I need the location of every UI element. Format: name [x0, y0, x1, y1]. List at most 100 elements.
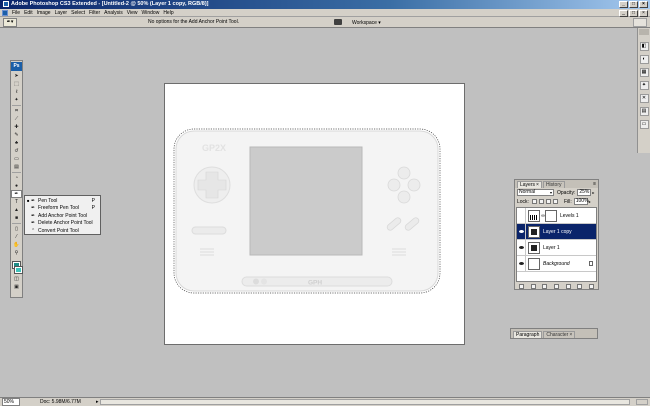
close-button[interactable]: ×: [639, 1, 648, 8]
layer-row-layer-1-copy[interactable]: Layer 1 copy: [517, 223, 596, 240]
ps-logo[interactable]: Ps: [11, 62, 22, 71]
type-tool-icon[interactable]: T: [11, 198, 22, 206]
styles-icon[interactable]: ✦: [639, 81, 649, 90]
blend-mode-select[interactable]: Normal: [517, 189, 554, 196]
eyedropper-tool-icon[interactable]: ⁄: [11, 233, 22, 241]
document-canvas[interactable]: GP2X GPH: [164, 83, 465, 345]
visibility-toggle[interactable]: [517, 208, 526, 224]
menu-file[interactable]: File: [12, 9, 20, 17]
close-icon: ×: [569, 332, 573, 338]
fill-field[interactable]: 100%: [573, 198, 591, 205]
maximize-button[interactable]: □: [629, 1, 638, 8]
path-selection-tool-icon[interactable]: ▲: [11, 206, 22, 214]
flyout-freeform-pen-tool[interactable]: ✒ Freeform Pen Tool P: [27, 205, 98, 213]
tab-history[interactable]: History: [542, 181, 565, 188]
tab-paragraph[interactable]: Paragraph: [513, 331, 543, 338]
screen-mode-icon[interactable]: ▣: [11, 283, 22, 291]
doc-close-button[interactable]: ×: [639, 10, 648, 17]
healing-brush-tool-icon[interactable]: ✚: [11, 123, 22, 131]
flyout-add-anchor-point-tool[interactable]: ✒ Add Anchor Point Tool: [27, 212, 98, 220]
layer-mask-thumbnail[interactable]: [545, 209, 557, 222]
flyout-shortcut: P: [91, 205, 95, 212]
new-layer-icon[interactable]: [577, 284, 583, 289]
menu-layer[interactable]: Layer: [55, 9, 68, 17]
menu-view[interactable]: View: [127, 9, 138, 17]
move-tool-icon[interactable]: ➤: [11, 72, 22, 80]
menu-image[interactable]: Image: [37, 9, 51, 17]
brush-tool-icon[interactable]: ✎: [11, 131, 22, 139]
minimize-button[interactable]: _: [619, 1, 628, 8]
horizontal-scrollbar[interactable]: [100, 399, 630, 405]
lock-transparent-icon[interactable]: [531, 199, 537, 204]
delete-layer-icon[interactable]: [588, 284, 594, 289]
layer-name: Layer 1 copy: [543, 228, 572, 235]
eraser-tool-icon[interactable]: ▭: [11, 155, 22, 163]
link-layers-icon[interactable]: [519, 284, 525, 289]
add-mask-icon[interactable]: [542, 284, 548, 289]
tab-layers[interactable]: Layers×: [517, 181, 542, 188]
status-menu-arrow-icon[interactable]: ▸: [96, 398, 99, 406]
notes-tool-icon[interactable]: ▯: [11, 225, 22, 233]
pen-tool-flyout: ■ ✒ Pen Tool P ✒ Freeform Pen Tool P ✒ A…: [24, 195, 101, 235]
panel-menu-icon[interactable]: ≡: [593, 181, 596, 187]
flyout-pen-tool[interactable]: ■ ✒ Pen Tool P: [27, 197, 98, 205]
actions-icon[interactable]: ▭: [639, 120, 649, 129]
eye-icon: [518, 230, 524, 233]
document-icon[interactable]: [2, 9, 8, 16]
layer-style-icon[interactable]: [530, 284, 536, 289]
background-color-swatch[interactable]: [14, 266, 23, 274]
menu-select[interactable]: Select: [71, 9, 85, 17]
visibility-toggle[interactable]: [517, 239, 526, 256]
tab-character[interactable]: Character×: [543, 331, 576, 338]
quick-mask-icon[interactable]: ◫: [11, 275, 22, 283]
slice-tool-icon[interactable]: ⟋: [11, 115, 22, 123]
color-icon[interactable]: ◐: [639, 55, 649, 64]
info-icon[interactable]: ▤: [639, 107, 649, 116]
menu-edit[interactable]: Edit: [24, 9, 33, 17]
gradient-tool-icon[interactable]: ▤: [11, 163, 22, 171]
camera-icon[interactable]: [334, 19, 342, 25]
new-group-icon[interactable]: [565, 284, 571, 289]
workspace-button[interactable]: Workspace ▾: [348, 18, 385, 27]
layer-row-layer-1[interactable]: Layer 1: [517, 239, 596, 256]
pen-tool-icon[interactable]: ✒: [11, 190, 22, 198]
lasso-tool-icon[interactable]: ℓ: [11, 88, 22, 96]
flyout-convert-point-tool[interactable]: ⌃ Convert Point Tool: [27, 227, 98, 235]
flyout-delete-anchor-point-tool[interactable]: ✒ Delete Anchor Point Tool: [27, 220, 98, 228]
menu-help[interactable]: Help: [163, 9, 173, 17]
doc-restore-button[interactable]: □: [629, 10, 638, 17]
blur-tool-icon[interactable]: ◔: [11, 174, 22, 182]
menu-analysis[interactable]: Analysis: [104, 9, 123, 17]
lock-pixels-icon[interactable]: [538, 199, 544, 204]
layer-row-levels-1[interactable]: ∞ Levels 1: [517, 208, 596, 224]
layer-row-background[interactable]: Background: [517, 255, 596, 272]
dock-collapse-handle[interactable]: [639, 29, 649, 35]
navigator-icon[interactable]: ◧: [639, 42, 649, 51]
clone-stamp-tool-icon[interactable]: ♣: [11, 139, 22, 147]
palette-well[interactable]: [633, 18, 647, 27]
shape-tool-icon[interactable]: ■: [11, 214, 22, 222]
tools-icon[interactable]: ✕: [639, 94, 649, 103]
zoom-tool-icon[interactable]: ⚲: [11, 249, 22, 257]
hand-tool-icon[interactable]: ✋: [11, 241, 22, 249]
pen-icon: ✒: [31, 197, 36, 204]
marquee-tool-icon[interactable]: ⬚: [11, 80, 22, 88]
doc-minimize-button[interactable]: _: [619, 10, 628, 17]
tool-preset-picker[interactable]: ✒▾: [3, 18, 17, 27]
magic-wand-tool-icon[interactable]: ✦: [11, 96, 22, 104]
swatches-icon[interactable]: ▦: [639, 68, 649, 77]
lock-all-icon[interactable]: [552, 199, 558, 204]
menu-filter[interactable]: Filter: [89, 9, 100, 17]
history-brush-tool-icon[interactable]: ↺: [11, 147, 22, 155]
menu-window[interactable]: Window: [142, 9, 160, 17]
status-bar: 50% Doc: 5.98M/6.77M ▸: [0, 397, 650, 406]
visibility-toggle[interactable]: [517, 223, 526, 240]
crop-tool-icon[interactable]: ⌗: [11, 107, 22, 115]
photoshop-app-icon: [3, 0, 9, 7]
visibility-toggle[interactable]: [517, 255, 526, 272]
adjustment-layer-icon[interactable]: [553, 284, 559, 289]
lock-position-icon[interactable]: [545, 199, 551, 204]
opacity-field[interactable]: 25%: [577, 189, 594, 196]
zoom-field[interactable]: 50%: [2, 398, 20, 406]
dodge-tool-icon[interactable]: ●: [11, 182, 22, 190]
